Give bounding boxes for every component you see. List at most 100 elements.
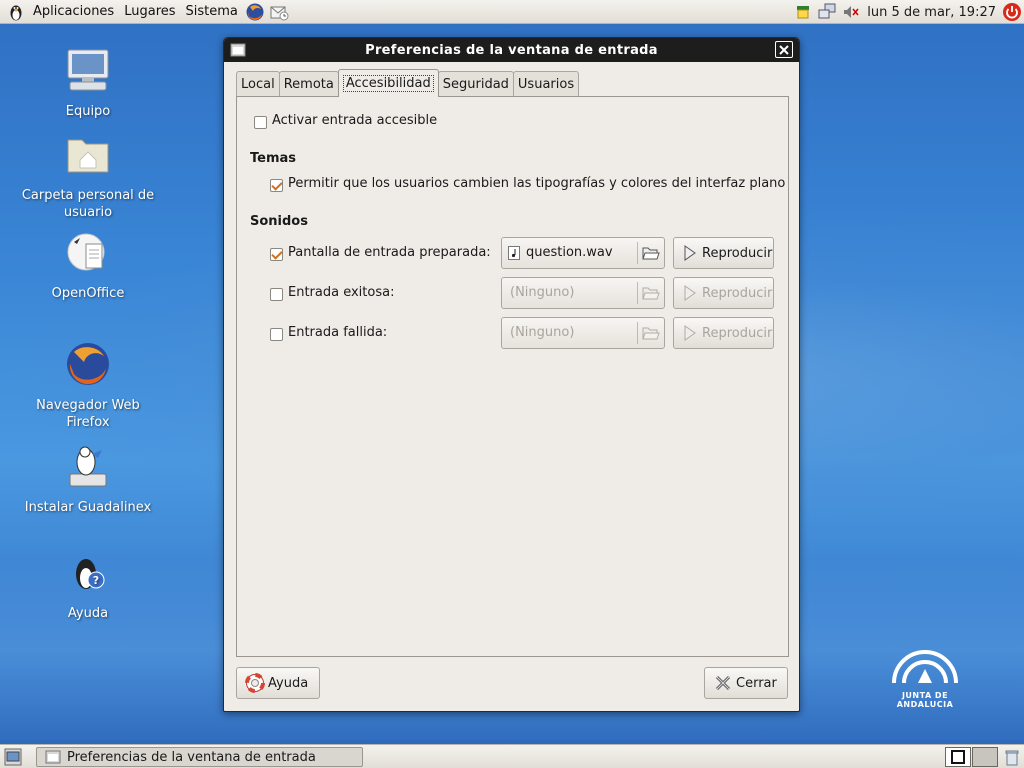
close-icon [779, 44, 789, 55]
play-icon [684, 245, 696, 261]
show-desktop-icon[interactable] [4, 748, 22, 766]
tab-local[interactable]: Local [236, 71, 280, 97]
separator [637, 282, 638, 304]
sound-failure-file-name: (Ninguno) [510, 325, 575, 340]
sound-ready-file-name: question.wav [526, 245, 613, 260]
notification-area: lun 5 de mar, 19:27 [791, 0, 1024, 24]
desktop-icon-firefox[interactable]: Navegador Web Firefox [18, 340, 158, 431]
power-icon[interactable] [1002, 2, 1022, 22]
accessible-login-checkbox[interactable] [254, 116, 267, 129]
taskbar-button-preferences[interactable]: Preferencias de la ventana de entrada [36, 747, 363, 767]
close-x-icon [715, 675, 731, 691]
menu-applications[interactable]: Aplicaciones [28, 4, 119, 19]
tab-accesibilidad[interactable]: Accesibilidad [337, 69, 439, 97]
play-label: Reproducir [702, 325, 773, 341]
help-button-label: Ayuda [268, 675, 309, 691]
sound-ready-file-chooser[interactable]: question.wav [501, 237, 665, 269]
tab-bar: Local Remota Accesibilidad Seguridad Usu… [236, 69, 580, 97]
sounds-heading: Sonidos [250, 214, 308, 229]
desktop-icon-home[interactable]: Carpeta personal de usuario [18, 130, 158, 221]
play-icon [684, 285, 696, 301]
tab-label: Seguridad [442, 77, 509, 92]
play-label: Reproducir [702, 245, 773, 261]
network-icon[interactable] [817, 2, 837, 22]
workspace-window-thumb [951, 750, 965, 764]
trash-icon[interactable] [1003, 748, 1021, 766]
window-titlebar[interactable]: Preferencias de la ventana de entrada [224, 38, 799, 62]
sound-ready-label[interactable]: Pantalla de entrada preparada: [288, 245, 491, 260]
window-title: Preferencias de la ventana de entrada [365, 42, 658, 58]
window-app-icon [45, 750, 61, 764]
allow-fonts-label[interactable]: Permitir que los usuarios cambien las ti… [288, 176, 785, 191]
desktop-icon-help[interactable]: ? Ayuda [18, 548, 158, 622]
workspace-2[interactable] [972, 747, 998, 767]
tab-label: Usuarios [517, 77, 575, 92]
sound-success-label[interactable]: Entrada exitosa: [288, 285, 394, 300]
tab-seguridad[interactable]: Seguridad [437, 71, 514, 97]
play-label: Reproducir [702, 285, 773, 301]
separator [637, 322, 638, 344]
sound-success-file-chooser[interactable]: (Ninguno) [501, 277, 665, 309]
desktop-icon-label: Instalar Guadalinex [24, 500, 152, 515]
desktop-icon-label: Carpeta personal de usuario [21, 188, 155, 220]
desktop-icon-installer[interactable]: Instalar Guadalinex [18, 442, 158, 516]
accessible-login-label[interactable]: Activar entrada accesible [272, 113, 437, 128]
junta-arches-icon [892, 650, 958, 684]
separator [637, 242, 638, 264]
folder-open-icon [642, 287, 660, 300]
junta-logo-text: JUNTA DE ANDALUCIA [896, 691, 954, 709]
audio-file-icon [508, 246, 520, 260]
installer-icon [69, 446, 107, 487]
accessibility-panel: Activar entrada accesible Temas Permitir… [236, 96, 789, 657]
tab-label: Local [241, 77, 275, 92]
sound-failure-checkbox[interactable] [270, 328, 283, 341]
preferences-window: Preferencias de la ventana de entrada Lo… [223, 37, 800, 712]
home-folder-icon [67, 139, 109, 173]
desktop-icon-equipo[interactable]: Equipo [18, 46, 158, 120]
svg-text:?: ? [93, 574, 99, 587]
desktop-icon-label: Equipo [65, 104, 111, 119]
allow-fonts-checkbox[interactable] [270, 179, 283, 192]
close-button[interactable]: Cerrar [704, 667, 788, 699]
folder-open-icon [642, 247, 660, 260]
menu-system[interactable]: Sistema [181, 4, 243, 19]
workspace-1[interactable] [945, 747, 971, 767]
panel-clock[interactable]: lun 5 de mar, 19:27 [863, 5, 1000, 20]
play-icon [684, 325, 696, 341]
sound-success-play-button[interactable]: Reproducir [673, 277, 774, 309]
taskbar-label: Preferencias de la ventana de entrada [67, 749, 316, 765]
sound-failure-file-chooser[interactable]: (Ninguno) [501, 317, 665, 349]
themes-heading: Temas [250, 151, 297, 166]
window-close-button[interactable] [775, 41, 793, 58]
help-icon: ? [76, 559, 105, 589]
computer-icon [67, 49, 109, 91]
help-button[interactable]: Ayuda [236, 667, 320, 699]
lifebuoy-icon [245, 673, 265, 693]
volume-muted-icon[interactable] [841, 2, 861, 22]
tab-remota[interactable]: Remota [278, 71, 339, 97]
bottom-panel: Preferencias de la ventana de entrada [0, 744, 1024, 768]
tab-label: Remota [283, 77, 334, 92]
sound-failure-play-button[interactable]: Reproducir [673, 317, 774, 349]
desktop-icon-openoffice[interactable]: OpenOffice [18, 228, 158, 302]
tab-usuarios[interactable]: Usuarios [512, 71, 580, 97]
sound-success-checkbox[interactable] [270, 288, 283, 301]
top-panel: Aplicaciones Lugares Sistema lun 5 de ma… [0, 0, 1024, 24]
junta-logo: JUNTA DE ANDALUCIA [880, 645, 970, 709]
sound-success-file-name: (Ninguno) [510, 285, 575, 300]
folder-open-icon [642, 327, 660, 340]
update-notifier-icon[interactable] [793, 2, 813, 22]
window-menu-icon[interactable] [230, 42, 246, 58]
firefox-icon [67, 343, 109, 385]
mail-launcher-icon[interactable] [269, 2, 289, 22]
desktop-icon-label: Navegador Web Firefox [36, 398, 140, 430]
sound-failure-label[interactable]: Entrada fallida: [288, 325, 387, 340]
menu-penguin-icon[interactable] [6, 2, 26, 22]
sound-ready-checkbox[interactable] [270, 248, 283, 261]
menu-places[interactable]: Lugares [119, 4, 180, 19]
sound-ready-play-button[interactable]: Reproducir [673, 237, 774, 269]
openoffice-icon [67, 233, 105, 271]
close-button-label: Cerrar [736, 675, 777, 691]
firefox-launcher-icon[interactable] [245, 2, 265, 22]
tab-label: Accesibilidad [342, 75, 434, 92]
